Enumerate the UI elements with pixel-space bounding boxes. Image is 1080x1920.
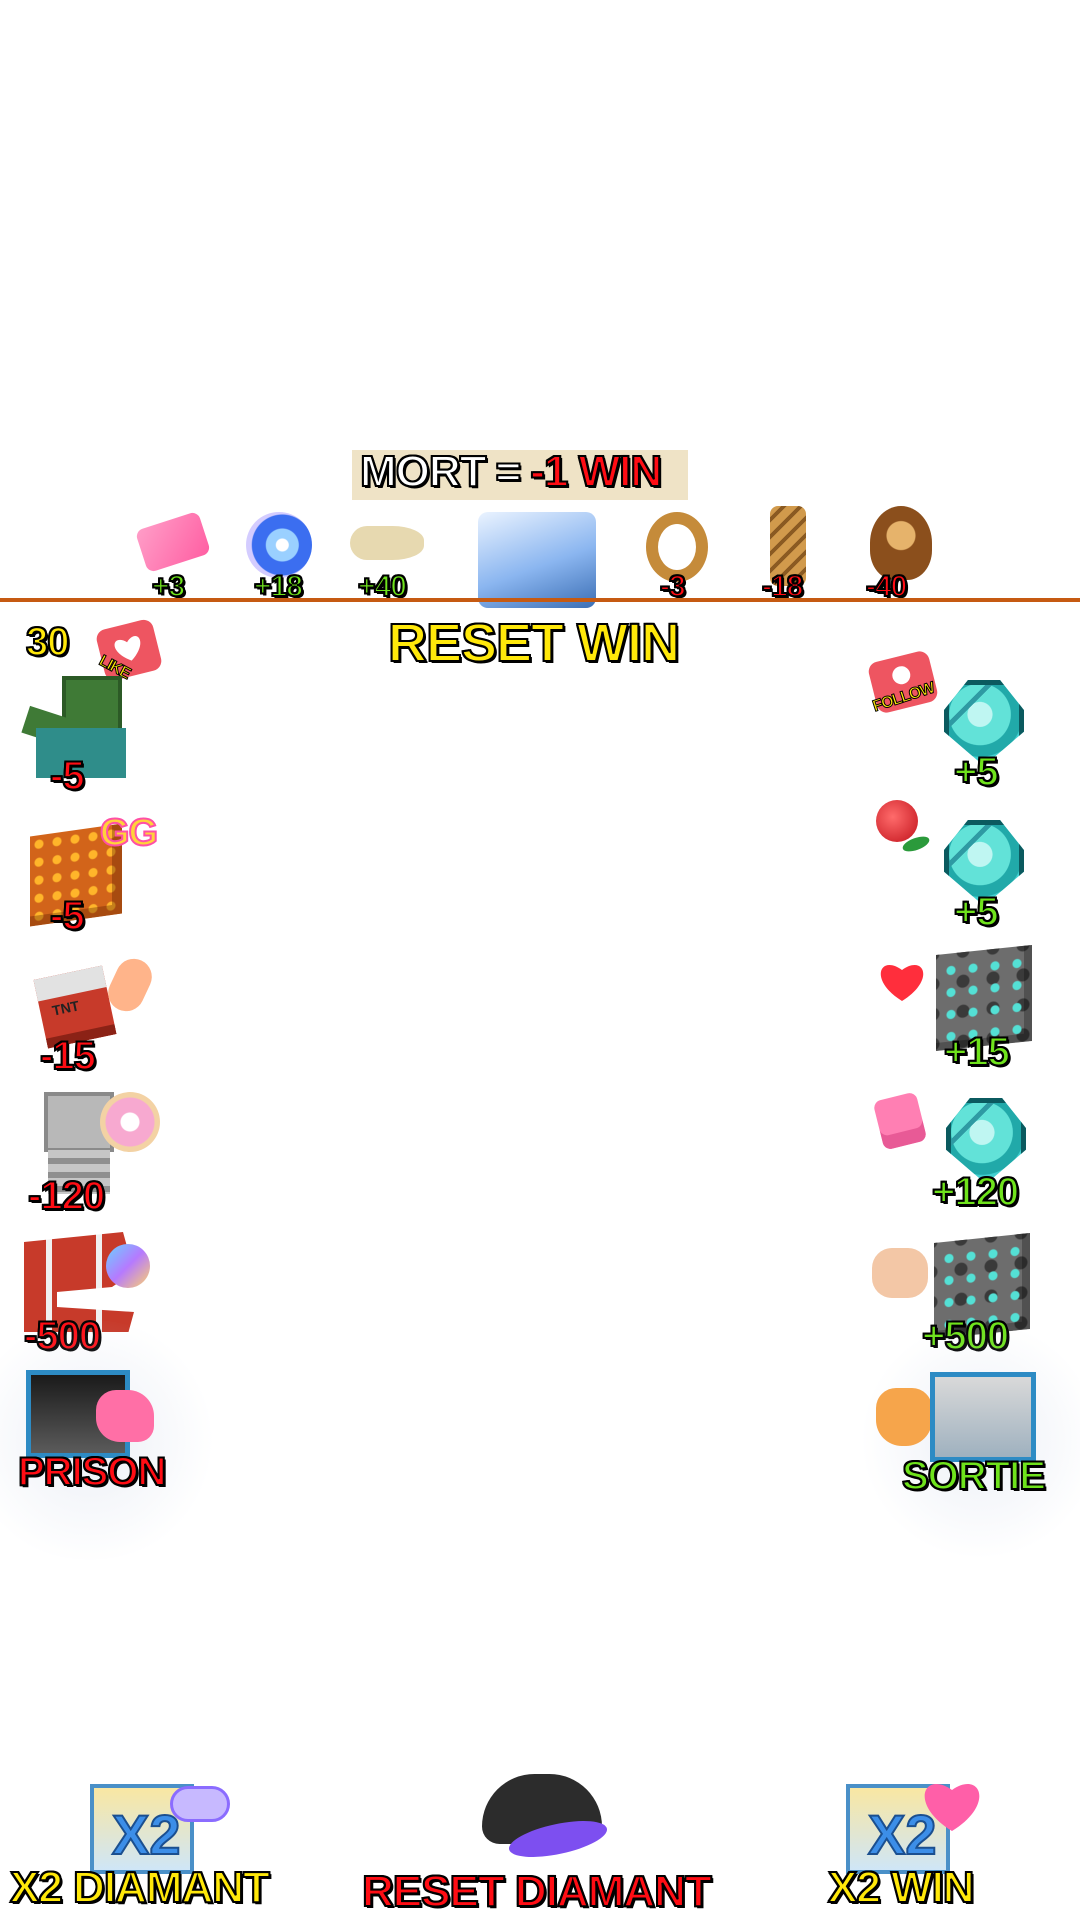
rule-value-prison: PRISON: [17, 1450, 167, 1494]
equals-sign: =: [495, 447, 523, 496]
lion-icon: [870, 506, 932, 580]
rule-value-rose: +5: [953, 890, 1000, 934]
rule-value-perfume: +120: [931, 1170, 1020, 1214]
heart-hands-icon: [872, 1248, 928, 1298]
follow-person-icon: [890, 664, 913, 687]
gamepad-icon: [170, 1786, 230, 1822]
heart-icon: [878, 958, 926, 1002]
x2-diamant-label: X2 DIAMANT: [9, 1863, 271, 1912]
tnt-label: TNT: [50, 997, 81, 1019]
rule-value-sortie: SORTIE: [901, 1454, 1047, 1498]
divider-line: [0, 598, 1080, 602]
tiktok-ticket-icon: [134, 510, 212, 574]
rose-icon: [876, 800, 918, 842]
rule-value-skeleton: -120: [27, 1174, 106, 1218]
mort-banner: MORT = -1 WIN: [359, 447, 663, 496]
whale-diving-icon: [478, 512, 596, 608]
galaxy-icon: [246, 512, 312, 578]
rule-value-follow: +5: [953, 750, 1000, 794]
mort-label: MORT: [359, 447, 488, 496]
dove-icon: [930, 1372, 1036, 1462]
donut-icon: [100, 1092, 160, 1152]
rule-value-zombie: -5: [49, 754, 86, 798]
x2-card-text: X2: [111, 1802, 181, 1867]
x2-card-text-2: X2: [867, 1802, 937, 1867]
planet-icon: [106, 1244, 150, 1288]
like-counter: 30: [25, 620, 70, 664]
x2-win-label: X2 WIN: [827, 1863, 976, 1912]
reset-win-label: RESET WIN: [387, 613, 681, 673]
rule-value-tnt: -15: [39, 1034, 97, 1078]
gg-icon: GG: [99, 811, 159, 855]
corgi-icon: [876, 1388, 932, 1446]
mort-penalty: -1 WIN: [529, 447, 663, 496]
rule-value-magma: -5: [49, 894, 86, 938]
perfume-icon: [872, 1091, 928, 1151]
private-jet-icon: [350, 526, 424, 560]
boxing-glove-icon: [96, 1390, 154, 1442]
rule-value-heart: +15: [943, 1030, 1011, 1074]
reset-diamant-label: RESET DIAMANT: [361, 1867, 713, 1916]
